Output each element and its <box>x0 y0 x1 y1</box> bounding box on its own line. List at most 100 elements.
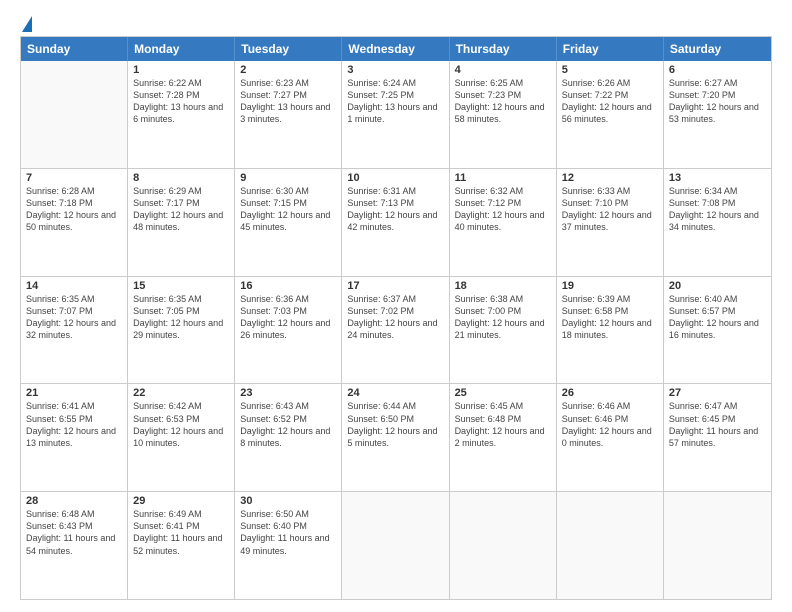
day-info: Sunrise: 6:34 AM Sunset: 7:08 PM Dayligh… <box>669 185 766 234</box>
day-info: Sunrise: 6:29 AM Sunset: 7:17 PM Dayligh… <box>133 185 229 234</box>
day-number: 26 <box>562 387 658 399</box>
calendar-cell <box>450 492 557 599</box>
day-number: 14 <box>26 280 122 292</box>
day-info: Sunrise: 6:23 AM Sunset: 7:27 PM Dayligh… <box>240 77 336 126</box>
day-number: 24 <box>347 387 443 399</box>
calendar: SundayMondayTuesdayWednesdayThursdayFrid… <box>20 36 772 600</box>
calendar-cell: 28Sunrise: 6:48 AM Sunset: 6:43 PM Dayli… <box>21 492 128 599</box>
day-number: 12 <box>562 172 658 184</box>
calendar-cell: 25Sunrise: 6:45 AM Sunset: 6:48 PM Dayli… <box>450 384 557 491</box>
calendar-cell: 15Sunrise: 6:35 AM Sunset: 7:05 PM Dayli… <box>128 277 235 384</box>
day-info: Sunrise: 6:50 AM Sunset: 6:40 PM Dayligh… <box>240 508 336 557</box>
calendar-header: SundayMondayTuesdayWednesdayThursdayFrid… <box>21 37 771 61</box>
day-number: 13 <box>669 172 766 184</box>
calendar-cell: 16Sunrise: 6:36 AM Sunset: 7:03 PM Dayli… <box>235 277 342 384</box>
calendar-cell: 20Sunrise: 6:40 AM Sunset: 6:57 PM Dayli… <box>664 277 771 384</box>
logo-triangle-icon <box>22 16 32 32</box>
day-info: Sunrise: 6:27 AM Sunset: 7:20 PM Dayligh… <box>669 77 766 126</box>
day-number: 1 <box>133 64 229 76</box>
calendar-cell <box>21 61 128 168</box>
calendar-cell: 1Sunrise: 6:22 AM Sunset: 7:28 PM Daylig… <box>128 61 235 168</box>
day-number: 25 <box>455 387 551 399</box>
calendar-cell: 17Sunrise: 6:37 AM Sunset: 7:02 PM Dayli… <box>342 277 449 384</box>
day-number: 8 <box>133 172 229 184</box>
day-info: Sunrise: 6:33 AM Sunset: 7:10 PM Dayligh… <box>562 185 658 234</box>
calendar-cell <box>342 492 449 599</box>
day-number: 19 <box>562 280 658 292</box>
calendar-cell: 23Sunrise: 6:43 AM Sunset: 6:52 PM Dayli… <box>235 384 342 491</box>
calendar-cell: 14Sunrise: 6:35 AM Sunset: 7:07 PM Dayli… <box>21 277 128 384</box>
day-info: Sunrise: 6:40 AM Sunset: 6:57 PM Dayligh… <box>669 293 766 342</box>
day-number: 5 <box>562 64 658 76</box>
day-number: 16 <box>240 280 336 292</box>
calendar-cell: 7Sunrise: 6:28 AM Sunset: 7:18 PM Daylig… <box>21 169 128 276</box>
calendar-cell: 21Sunrise: 6:41 AM Sunset: 6:55 PM Dayli… <box>21 384 128 491</box>
page: SundayMondayTuesdayWednesdayThursdayFrid… <box>0 0 792 612</box>
calendar-header-cell: Wednesday <box>342 37 449 61</box>
day-number: 27 <box>669 387 766 399</box>
calendar-cell: 13Sunrise: 6:34 AM Sunset: 7:08 PM Dayli… <box>664 169 771 276</box>
day-number: 29 <box>133 495 229 507</box>
calendar-cell: 2Sunrise: 6:23 AM Sunset: 7:27 PM Daylig… <box>235 61 342 168</box>
calendar-cell: 26Sunrise: 6:46 AM Sunset: 6:46 PM Dayli… <box>557 384 664 491</box>
day-info: Sunrise: 6:31 AM Sunset: 7:13 PM Dayligh… <box>347 185 443 234</box>
day-info: Sunrise: 6:35 AM Sunset: 7:05 PM Dayligh… <box>133 293 229 342</box>
calendar-row: 14Sunrise: 6:35 AM Sunset: 7:07 PM Dayli… <box>21 276 771 384</box>
calendar-cell: 30Sunrise: 6:50 AM Sunset: 6:40 PM Dayli… <box>235 492 342 599</box>
day-info: Sunrise: 6:30 AM Sunset: 7:15 PM Dayligh… <box>240 185 336 234</box>
calendar-cell: 18Sunrise: 6:38 AM Sunset: 7:00 PM Dayli… <box>450 277 557 384</box>
day-number: 2 <box>240 64 336 76</box>
day-number: 22 <box>133 387 229 399</box>
day-number: 17 <box>347 280 443 292</box>
calendar-header-cell: Tuesday <box>235 37 342 61</box>
day-info: Sunrise: 6:35 AM Sunset: 7:07 PM Dayligh… <box>26 293 122 342</box>
calendar-cell <box>557 492 664 599</box>
day-number: 9 <box>240 172 336 184</box>
day-info: Sunrise: 6:45 AM Sunset: 6:48 PM Dayligh… <box>455 400 551 449</box>
day-info: Sunrise: 6:28 AM Sunset: 7:18 PM Dayligh… <box>26 185 122 234</box>
calendar-header-cell: Thursday <box>450 37 557 61</box>
calendar-row: 7Sunrise: 6:28 AM Sunset: 7:18 PM Daylig… <box>21 168 771 276</box>
calendar-cell: 19Sunrise: 6:39 AM Sunset: 6:58 PM Dayli… <box>557 277 664 384</box>
calendar-cell: 22Sunrise: 6:42 AM Sunset: 6:53 PM Dayli… <box>128 384 235 491</box>
calendar-cell: 5Sunrise: 6:26 AM Sunset: 7:22 PM Daylig… <box>557 61 664 168</box>
calendar-cell: 6Sunrise: 6:27 AM Sunset: 7:20 PM Daylig… <box>664 61 771 168</box>
day-info: Sunrise: 6:36 AM Sunset: 7:03 PM Dayligh… <box>240 293 336 342</box>
calendar-header-cell: Saturday <box>664 37 771 61</box>
calendar-header-cell: Monday <box>128 37 235 61</box>
day-number: 3 <box>347 64 443 76</box>
header <box>20 16 772 30</box>
day-number: 6 <box>669 64 766 76</box>
day-info: Sunrise: 6:47 AM Sunset: 6:45 PM Dayligh… <box>669 400 766 449</box>
calendar-cell: 24Sunrise: 6:44 AM Sunset: 6:50 PM Dayli… <box>342 384 449 491</box>
day-info: Sunrise: 6:42 AM Sunset: 6:53 PM Dayligh… <box>133 400 229 449</box>
day-info: Sunrise: 6:26 AM Sunset: 7:22 PM Dayligh… <box>562 77 658 126</box>
day-info: Sunrise: 6:24 AM Sunset: 7:25 PM Dayligh… <box>347 77 443 126</box>
calendar-cell: 8Sunrise: 6:29 AM Sunset: 7:17 PM Daylig… <box>128 169 235 276</box>
calendar-cell: 10Sunrise: 6:31 AM Sunset: 7:13 PM Dayli… <box>342 169 449 276</box>
day-info: Sunrise: 6:37 AM Sunset: 7:02 PM Dayligh… <box>347 293 443 342</box>
calendar-row: 28Sunrise: 6:48 AM Sunset: 6:43 PM Dayli… <box>21 491 771 599</box>
day-number: 21 <box>26 387 122 399</box>
day-number: 4 <box>455 64 551 76</box>
logo <box>20 16 32 30</box>
day-number: 18 <box>455 280 551 292</box>
calendar-header-cell: Sunday <box>21 37 128 61</box>
calendar-cell: 4Sunrise: 6:25 AM Sunset: 7:23 PM Daylig… <box>450 61 557 168</box>
day-info: Sunrise: 6:49 AM Sunset: 6:41 PM Dayligh… <box>133 508 229 557</box>
day-info: Sunrise: 6:32 AM Sunset: 7:12 PM Dayligh… <box>455 185 551 234</box>
day-number: 23 <box>240 387 336 399</box>
day-info: Sunrise: 6:44 AM Sunset: 6:50 PM Dayligh… <box>347 400 443 449</box>
day-number: 30 <box>240 495 336 507</box>
calendar-cell: 3Sunrise: 6:24 AM Sunset: 7:25 PM Daylig… <box>342 61 449 168</box>
day-info: Sunrise: 6:22 AM Sunset: 7:28 PM Dayligh… <box>133 77 229 126</box>
day-number: 10 <box>347 172 443 184</box>
day-number: 15 <box>133 280 229 292</box>
calendar-cell: 29Sunrise: 6:49 AM Sunset: 6:41 PM Dayli… <box>128 492 235 599</box>
day-number: 20 <box>669 280 766 292</box>
day-info: Sunrise: 6:25 AM Sunset: 7:23 PM Dayligh… <box>455 77 551 126</box>
day-number: 7 <box>26 172 122 184</box>
day-number: 28 <box>26 495 122 507</box>
day-info: Sunrise: 6:43 AM Sunset: 6:52 PM Dayligh… <box>240 400 336 449</box>
day-info: Sunrise: 6:39 AM Sunset: 6:58 PM Dayligh… <box>562 293 658 342</box>
